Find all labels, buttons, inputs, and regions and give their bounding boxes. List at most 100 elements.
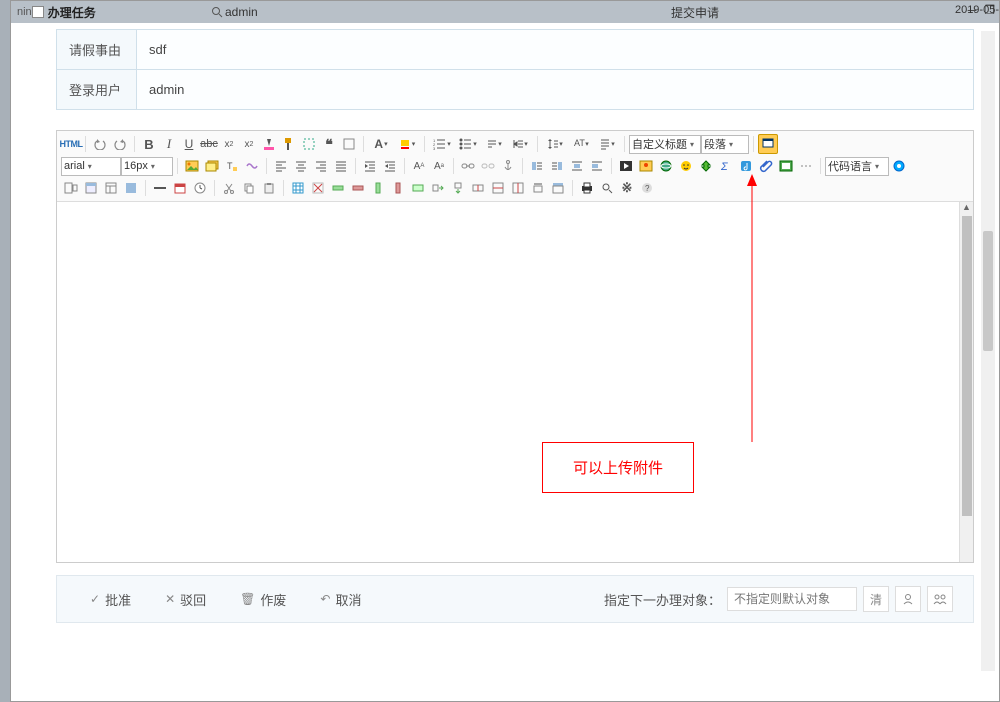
img-none-button[interactable] [587, 156, 607, 176]
unordered-list-button[interactable]: ▾ [455, 134, 481, 154]
font-family-select[interactable]: arial▾ [61, 157, 121, 176]
insert-gmap-button[interactable] [656, 156, 676, 176]
background-button[interactable] [121, 178, 141, 198]
group-picker-button[interactable] [927, 586, 953, 612]
lowercase-button[interactable]: Aa [429, 156, 449, 176]
fullscreen-button[interactable] [758, 134, 778, 154]
paragraph-select[interactable]: 段落▾ [701, 135, 749, 154]
drafts-button[interactable]: ※ [617, 178, 637, 198]
split-rows-button[interactable] [488, 178, 508, 198]
img-left-button[interactable] [527, 156, 547, 176]
preview-button[interactable] [889, 156, 909, 176]
indent-button[interactable] [360, 156, 380, 176]
cancel-button[interactable]: ↶取消 [307, 584, 374, 615]
unlink-button[interactable] [478, 156, 498, 176]
kityformula-button[interactable]: Σ [716, 156, 736, 176]
multi-image-button[interactable] [202, 156, 222, 176]
uppercase-button[interactable]: AA [409, 156, 429, 176]
source-html-button[interactable]: HTML [61, 134, 81, 154]
bold-button[interactable]: B [139, 134, 159, 154]
assignee-input[interactable] [727, 587, 857, 611]
font-size-select[interactable]: 16px▾ [121, 157, 173, 176]
auto-format-button[interactable]: ▾ [594, 134, 620, 154]
scroll-thumb[interactable] [962, 216, 972, 516]
align-left-button[interactable] [271, 156, 291, 176]
cut-button[interactable] [219, 178, 239, 198]
underline-button[interactable]: U [179, 134, 199, 154]
delete-table-button[interactable] [308, 178, 328, 198]
insert-table-button[interactable] [288, 178, 308, 198]
horizontal-rule-button[interactable] [150, 178, 170, 198]
line-height-button[interactable]: ▾ [542, 134, 568, 154]
title-row-button[interactable] [548, 178, 568, 198]
superscript-button[interactable]: x2 [239, 134, 259, 154]
merge-right-button[interactable] [428, 178, 448, 198]
autotype-button[interactable]: T [222, 156, 242, 176]
paste-button[interactable] [259, 178, 279, 198]
insert-row-button[interactable] [328, 178, 348, 198]
text-direction-button[interactable]: ▾ [481, 134, 507, 154]
insert-col-button[interactable] [368, 178, 388, 198]
blockquote-button[interactable]: ❝ [319, 134, 339, 154]
image-button[interactable] [182, 156, 202, 176]
reject-button[interactable]: ✕驳回 [152, 584, 219, 615]
editor-body[interactable]: ▲ 可以上传附件 [57, 202, 973, 562]
spechars-button[interactable] [696, 156, 716, 176]
select-text-button[interactable] [339, 134, 359, 154]
emoticon-button[interactable] [676, 156, 696, 176]
remove-format-button[interactable] [259, 134, 279, 154]
help-button[interactable]: ? [637, 178, 657, 198]
editor-scrollbar[interactable]: ▲ [959, 202, 973, 562]
ordered-list-button[interactable]: 123▾ [429, 134, 455, 154]
date-button[interactable] [170, 178, 190, 198]
img-right-button[interactable] [547, 156, 567, 176]
undo-button[interactable] [90, 134, 110, 154]
format-brush-button[interactable] [279, 134, 299, 154]
letter-spacing-button[interactable]: AT▾ [568, 134, 594, 154]
wavy-button[interactable] [242, 156, 262, 176]
void-button[interactable]: 🗑作废 [227, 584, 299, 615]
snapscreen-button[interactable] [776, 156, 796, 176]
link-button[interactable] [458, 156, 478, 176]
insert-map-button[interactable] [636, 156, 656, 176]
delete-row-button[interactable] [348, 178, 368, 198]
code-lang-select[interactable]: 代码语言▾ [825, 157, 889, 176]
italic-button[interactable]: I [159, 134, 179, 154]
print-button[interactable] [577, 178, 597, 198]
delete-col-button[interactable] [388, 178, 408, 198]
window-scrollbar[interactable] [981, 31, 995, 671]
editor-canvas[interactable] [57, 202, 959, 562]
line-indent-button[interactable]: ▾ [507, 134, 533, 154]
time-button[interactable] [190, 178, 210, 198]
copy-button[interactable] [239, 178, 259, 198]
subscript-button[interactable]: x2 [219, 134, 239, 154]
insert-frame-button[interactable] [61, 178, 81, 198]
align-center-button[interactable] [291, 156, 311, 176]
img-center-button[interactable] [567, 156, 587, 176]
insert-video-button[interactable] [616, 156, 636, 176]
align-right-button[interactable] [311, 156, 331, 176]
split-cols-button[interactable] [508, 178, 528, 198]
scroll-up-icon[interactable]: ▲ [962, 202, 971, 212]
webapp-button[interactable] [81, 178, 101, 198]
strikethrough-button[interactable]: abc [199, 134, 219, 154]
back-color-button[interactable]: ▾ [394, 134, 420, 154]
font-color-button[interactable]: A▾ [368, 134, 394, 154]
anchor-button[interactable] [498, 156, 518, 176]
approve-button[interactable]: ✓批准 [77, 584, 144, 615]
search-replace-button[interactable] [597, 178, 617, 198]
align-justify-button[interactable] [331, 156, 351, 176]
select-all-button[interactable] [299, 134, 319, 154]
custom-title-select[interactable]: 自定义标题▾ [629, 135, 701, 154]
template-button[interactable] [101, 178, 121, 198]
redo-button[interactable] [110, 134, 130, 154]
music-button[interactable] [736, 156, 756, 176]
attachment-button[interactable] [756, 156, 776, 176]
pagebreak-button[interactable] [796, 156, 816, 176]
merge-down-button[interactable] [448, 178, 468, 198]
split-cells-button[interactable] [468, 178, 488, 198]
window-scroll-thumb[interactable] [983, 231, 993, 351]
outdent-button[interactable] [380, 156, 400, 176]
merge-cells-button[interactable] [408, 178, 428, 198]
clear-button[interactable]: 清 [863, 586, 889, 612]
